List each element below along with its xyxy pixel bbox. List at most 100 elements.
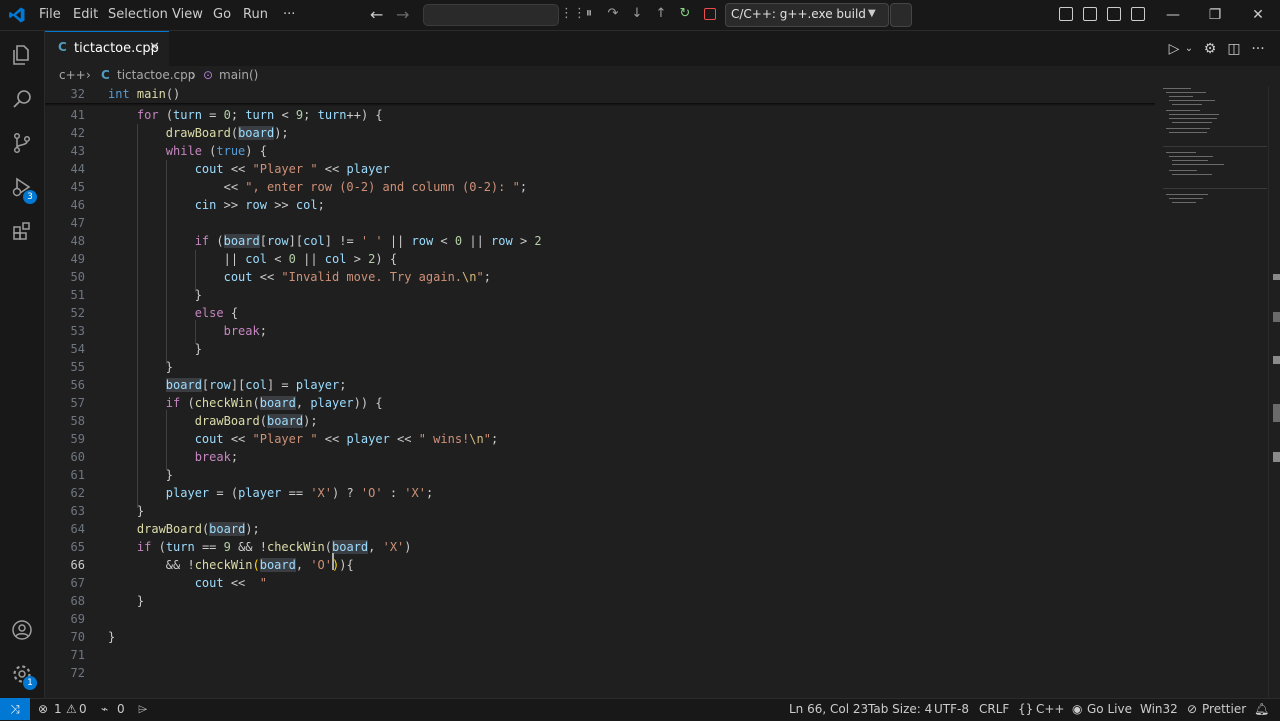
search-icon[interactable] <box>0 77 44 121</box>
code-line[interactable]: break; <box>108 322 267 340</box>
code-line[interactable]: else { <box>108 304 238 322</box>
error-icon[interactable]: ⊗ <box>38 698 48 720</box>
code-line[interactable]: if (turn == 9 && !checkWin(board, 'X') <box>108 538 412 556</box>
run-debug-badge: 3 <box>23 190 37 204</box>
explorer-icon[interactable] <box>0 33 44 77</box>
code-line[interactable]: || col < 0 || col > 2) { <box>108 250 398 268</box>
code-line[interactable]: } <box>108 502 144 520</box>
language-mode[interactable]: C++ <box>1036 698 1065 720</box>
code-line[interactable]: } <box>108 466 173 484</box>
warning-icon[interactable]: ⚠ <box>66 698 77 720</box>
scrollbar-marker <box>1273 452 1280 462</box>
breadcrumb-symbol[interactable]: main() <box>219 68 258 82</box>
code-line[interactable]: << ", enter row (0-2) and column (0-2): … <box>108 178 527 196</box>
toggle-panel-icon[interactable] <box>1083 7 1097 21</box>
code-line[interactable]: cout << "Invalid move. Try again.\n"; <box>108 268 491 286</box>
code-line[interactable]: } <box>108 340 202 358</box>
warning-count[interactable]: 0 <box>79 698 87 720</box>
code-line[interactable]: player = (player == 'X') ? 'O' : 'X'; <box>108 484 433 502</box>
line-ending[interactable]: CRLF <box>979 698 1009 720</box>
chevron-right-icon: › <box>191 68 196 82</box>
code-line[interactable]: } <box>108 358 173 376</box>
code-line[interactable]: if (checkWin(board, player)) { <box>108 394 383 412</box>
code-line[interactable]: drawBoard(board); <box>108 124 289 142</box>
account-icon[interactable] <box>0 608 44 652</box>
ports-icon[interactable]: ⌁ <box>101 698 108 720</box>
line-number: 50 <box>70 270 85 284</box>
minimap[interactable] <box>1160 86 1268 226</box>
tab-close-icon[interactable]: ✕ <box>149 40 160 55</box>
settings-gear-icon[interactable]: ⚙ <box>1201 40 1219 58</box>
menu-file[interactable]: File <box>33 0 67 30</box>
cursor-position[interactable]: Ln 66, Col 23 <box>789 698 868 720</box>
breadcrumb-lang[interactable]: c++ <box>59 68 86 82</box>
toggle-primary-sidebar-icon[interactable] <box>1059 7 1073 21</box>
go-live-button[interactable]: Go Live <box>1087 698 1132 720</box>
menu-run[interactable]: Run <box>237 0 274 30</box>
customize-layout-icon[interactable] <box>1131 7 1145 21</box>
code-line[interactable]: drawBoard(board); <box>108 412 318 430</box>
command-center[interactable] <box>423 4 559 26</box>
line-number: 53 <box>70 324 85 338</box>
breadcrumb-file[interactable]: tictactoe.cpp <box>117 68 195 82</box>
broadcast-icon: ◉ <box>1072 702 1083 716</box>
menu-more[interactable]: ··· <box>277 0 301 30</box>
platform[interactable]: Win32 <box>1140 698 1178 720</box>
encoding[interactable]: UTF-8 <box>934 698 969 720</box>
code-line[interactable]: cout << "Player " << player << " wins!\n… <box>108 430 499 448</box>
forward-arrow-icon[interactable]: → <box>396 5 409 24</box>
prettier-status[interactable]: Prettier <box>1202 698 1246 720</box>
back-arrow-icon[interactable]: ← <box>370 5 383 24</box>
error-count[interactable]: 1 <box>54 698 62 720</box>
code-line-current[interactable]: && !checkWin(board, 'O')){ <box>108 556 354 574</box>
code-line[interactable]: board[row][col] = player; <box>108 376 346 394</box>
notifications-bell-icon[interactable]: 🔔︎ <box>1254 698 1269 720</box>
source-control-icon[interactable] <box>0 121 44 165</box>
line-number: 68 <box>70 594 85 608</box>
debug-launch-icon[interactable]: ⌲ <box>138 698 147 720</box>
run-dropdown-chevron-icon[interactable]: ⌄ <box>1180 40 1198 58</box>
info-count[interactable]: 0 <box>117 698 125 720</box>
code-line[interactable]: } <box>108 286 202 304</box>
tab-size[interactable]: Tab Size: 4 <box>868 698 932 720</box>
menu-view[interactable]: View <box>166 0 209 30</box>
code-line[interactable]: } <box>108 592 144 610</box>
chevron-right-icon: › <box>86 68 91 82</box>
close-window-icon[interactable]: ✕ <box>1235 0 1280 30</box>
code-line[interactable]: break; <box>108 448 238 466</box>
code-line[interactable]: drawBoard(board); <box>108 520 260 538</box>
more-actions-icon[interactable]: ··· <box>1249 40 1267 58</box>
split-editor-icon[interactable]: ◫ <box>1225 40 1243 58</box>
vertical-scrollbar[interactable] <box>1268 86 1280 698</box>
line-number: 54 <box>70 342 85 356</box>
run-debug-icon[interactable] <box>0 165 44 209</box>
code-line[interactable]: for (turn = 0; turn < 9; turn++) { <box>108 106 383 124</box>
step-over-icon[interactable]: ↷ <box>603 4 623 24</box>
manage-gear-icon[interactable] <box>0 652 44 696</box>
stop-icon[interactable] <box>700 4 720 24</box>
pause-icon[interactable]: ⏸ <box>579 4 599 24</box>
extensions-icon[interactable] <box>0 209 44 253</box>
code-line[interactable]: if (board[row][col] != ' ' || row < 0 ||… <box>108 232 542 250</box>
code-line[interactable]: cout << " <box>108 574 267 592</box>
step-into-icon[interactable]: ↓ <box>627 4 647 24</box>
restart-icon[interactable]: ↻ <box>675 4 695 24</box>
code-line[interactable]: cout << "Player " << player <box>108 160 390 178</box>
sticky-code-line[interactable]: int main() <box>108 85 180 103</box>
step-out-icon[interactable]: ↑ <box>651 4 671 24</box>
line-number: 60 <box>70 450 85 464</box>
minimize-icon[interactable]: — <box>1150 0 1196 30</box>
menu-selection[interactable]: Selection <box>102 0 174 30</box>
code-line[interactable]: while (true) { <box>108 142 267 160</box>
maximize-icon[interactable]: ❐ <box>1192 0 1238 30</box>
remote-indicator-icon[interactable]: ⤨ <box>0 698 30 720</box>
toggle-secondary-sidebar-icon[interactable] <box>1107 7 1121 21</box>
run-config-extra[interactable] <box>890 3 912 27</box>
menu-edit[interactable]: Edit <box>67 0 104 30</box>
menu-go[interactable]: Go <box>207 0 237 30</box>
drag-handle-icon[interactable]: ⋮⋮ <box>560 4 586 24</box>
code-line[interactable]: cin >> row >> col; <box>108 196 325 214</box>
chevron-down-icon[interactable]: ▼ <box>868 3 876 25</box>
code-line[interactable]: } <box>108 628 115 646</box>
vscode-logo-icon <box>9 7 25 23</box>
